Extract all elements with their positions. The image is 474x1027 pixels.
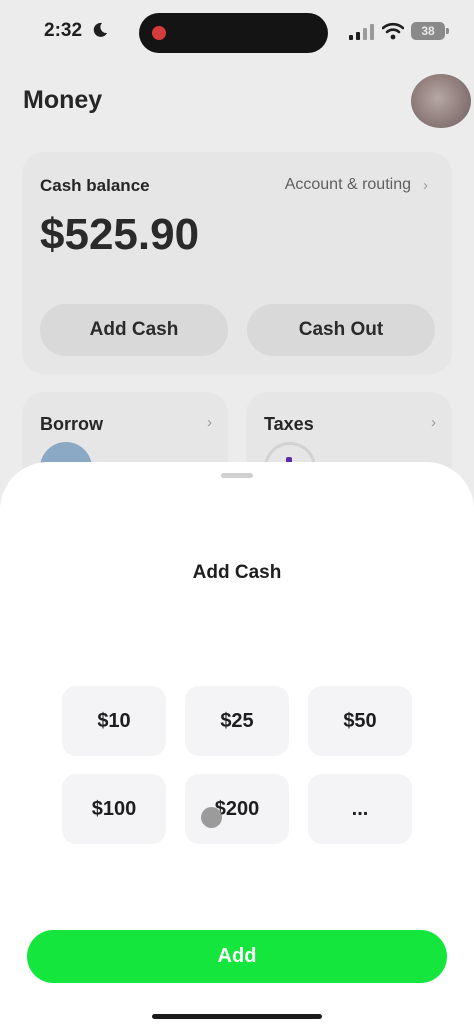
add-cash-button[interactable]: Add Cash — [40, 304, 228, 356]
recording-indicator — [152, 26, 166, 40]
chevron-right-icon: › — [431, 414, 436, 431]
add-button[interactable]: Add — [27, 930, 447, 983]
account-routing-label: Account & routing — [284, 176, 411, 193]
amount-button-25[interactable]: $25 — [185, 686, 289, 756]
cash-out-button[interactable]: Cash Out — [247, 304, 435, 356]
page-title: Money — [23, 86, 103, 114]
taxes-title: Taxes — [264, 414, 314, 434]
dynamic-island — [139, 13, 328, 53]
moon-icon — [93, 22, 107, 37]
sheet-title: Add Cash — [192, 562, 282, 583]
add-cash-sheet: Add Cash $10 $25 $50 $100 $200 ... Add — [0, 462, 474, 1027]
cash-balance-card: Cash balance Account & routing › $525.90… — [22, 152, 452, 374]
sheet-grabber[interactable] — [221, 473, 253, 478]
status-time: 2:32 — [44, 20, 83, 41]
battery-level: 38 — [421, 24, 435, 38]
signal-icon — [349, 24, 374, 40]
borrow-title: Borrow — [40, 414, 103, 434]
amount-button-200[interactable]: $200 — [185, 774, 289, 844]
amount-button-100[interactable]: $100 — [62, 774, 166, 844]
amount-button-custom[interactable]: ... — [308, 774, 412, 844]
battery-tip — [446, 28, 449, 34]
amount-button-10[interactable]: $10 — [62, 686, 166, 756]
touch-indicator — [201, 807, 222, 828]
status-bar: 2:32 38 — [0, 0, 474, 66]
cash-balance-label: Cash balance — [40, 176, 150, 195]
home-indicator[interactable] — [152, 1014, 322, 1019]
amount-button-50[interactable]: $50 — [308, 686, 412, 756]
chevron-right-icon: › — [423, 176, 428, 194]
balance-amount: $525.90 — [40, 210, 200, 259]
battery-indicator: 38 — [411, 22, 445, 40]
account-routing-link[interactable]: Account & routing › — [285, 176, 428, 194]
wifi-icon — [382, 22, 404, 40]
avatar[interactable] — [411, 74, 471, 128]
chevron-right-icon: › — [207, 414, 212, 431]
